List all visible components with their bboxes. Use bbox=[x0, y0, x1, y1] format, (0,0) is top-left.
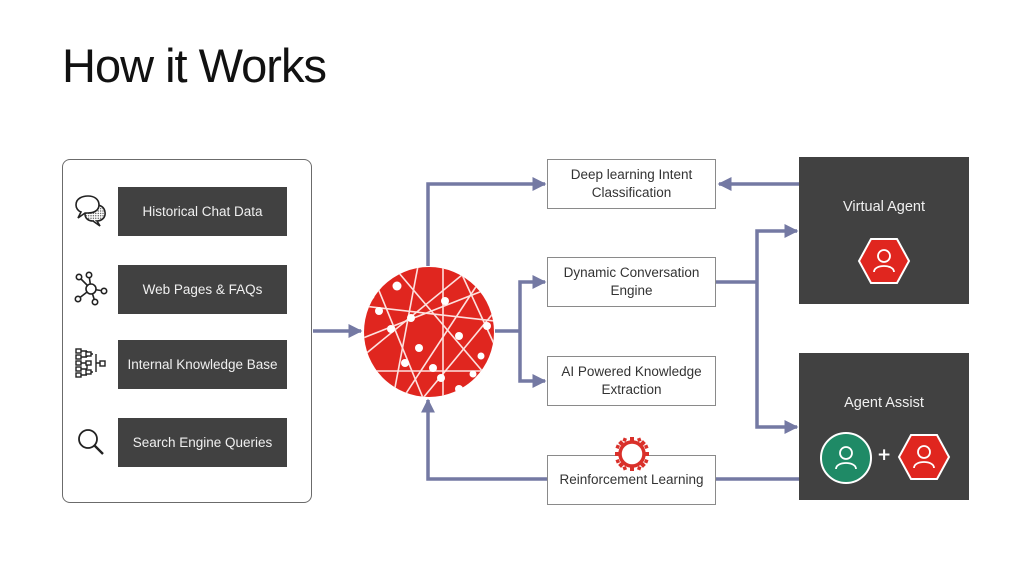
source-item: Historical Chat Data bbox=[63, 187, 313, 237]
page-title: How it Works bbox=[62, 39, 327, 92]
hierarchy-tree-icon bbox=[75, 348, 106, 378]
source-item: Internal Knowledge Base bbox=[63, 340, 313, 390]
bot-person-hexagon-icon bbox=[897, 434, 951, 480]
data-sources-panel: Historical Chat Data Web Pages & FAQs In… bbox=[62, 159, 312, 503]
connector-branch-to-agent-assist bbox=[755, 282, 799, 434]
process-conversation-engine: Dynamic Conversation Engine bbox=[547, 257, 716, 307]
source-box: Historical Chat Data bbox=[118, 187, 287, 236]
process-knowledge-extraction: AI Powered Knowledge Extraction bbox=[547, 356, 716, 406]
source-box: Internal Knowledge Base bbox=[118, 340, 287, 389]
source-box: Search Engine Queries bbox=[118, 418, 287, 467]
connector-hub-to-intent bbox=[426, 177, 547, 266]
neural-network-sphere-icon bbox=[364, 267, 494, 397]
gear-icon bbox=[615, 437, 649, 471]
source-item: Web Pages & FAQs bbox=[63, 265, 313, 315]
connector-reinforcement-to-hub bbox=[421, 398, 547, 481]
connector-branch-to-knowledge bbox=[518, 331, 547, 388]
human-person-circle-icon bbox=[820, 432, 872, 484]
chat-bubbles-icon bbox=[75, 195, 106, 227]
plus-joiner: + bbox=[877, 445, 892, 465]
virtual-agent-box: Virtual Agent bbox=[799, 157, 969, 304]
process-intent-classification: Deep learning Intent Classification bbox=[547, 159, 716, 209]
connector-branch-to-conversation bbox=[518, 275, 547, 331]
agent-assist-box: Agent Assist + bbox=[799, 353, 969, 500]
virtual-agent-label: Virtual Agent bbox=[843, 199, 925, 215]
network-nodes-icon bbox=[74, 271, 108, 306]
bot-person-hexagon-icon bbox=[857, 238, 911, 284]
agent-assist-label: Agent Assist bbox=[844, 395, 924, 411]
source-box: Web Pages & FAQs bbox=[118, 265, 287, 314]
source-item: Search Engine Queries bbox=[63, 418, 313, 468]
connector-branch-to-virtual-agent bbox=[755, 224, 799, 282]
search-icon bbox=[78, 429, 104, 455]
